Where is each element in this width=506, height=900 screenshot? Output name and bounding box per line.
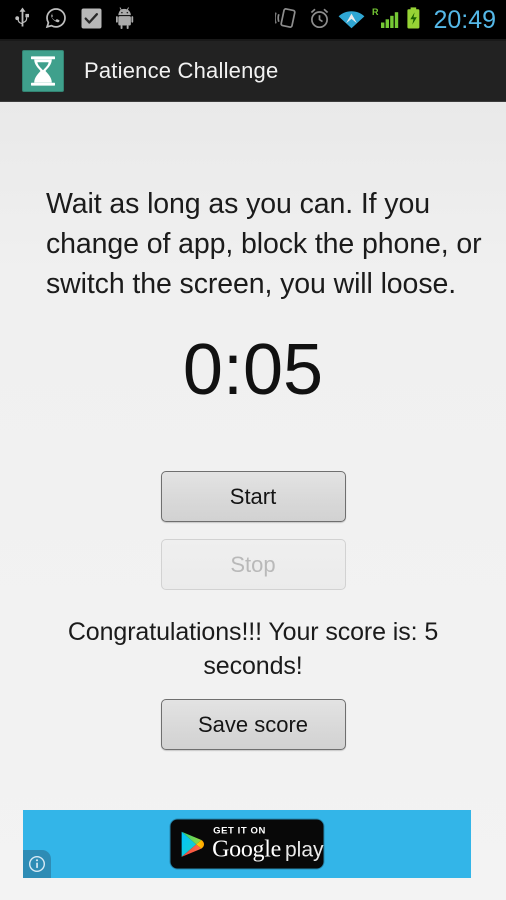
badge-get-it-on-text: GET IT ON xyxy=(213,825,267,837)
wifi-icon xyxy=(338,8,365,34)
google-play-logo-icon xyxy=(181,831,205,857)
stop-button[interactable]: Stop xyxy=(160,539,346,590)
google-play-ad-banner[interactable]: GET IT ON Google play xyxy=(23,810,471,878)
android-robot-icon xyxy=(116,7,134,34)
checkbox-icon xyxy=(81,8,102,34)
ad-banner-container[interactable]: GET IT ON Google play xyxy=(23,810,471,878)
app-title: Patience Challenge xyxy=(84,58,279,83)
start-button[interactable]: Start xyxy=(160,471,346,522)
status-bar: R 20:49 xyxy=(0,0,506,41)
signal-bars-icon: R xyxy=(372,7,399,34)
vibrate-icon xyxy=(274,7,301,34)
instructions-text: Wait as long as you can. If you change o… xyxy=(46,188,482,300)
main-content: Wait as long as you can. If you change o… xyxy=(0,102,506,900)
whatsapp-icon xyxy=(45,7,67,34)
hourglass-icon xyxy=(22,50,64,92)
badge-play-text: play xyxy=(284,838,324,862)
save-score-button[interactable]: Save score xyxy=(160,699,346,750)
score-message: Congratulations!!! Your score is: 5 seco… xyxy=(67,618,439,680)
usb-icon xyxy=(14,7,31,34)
status-bar-clock: 20:49 xyxy=(433,6,496,34)
svg-text:R: R xyxy=(372,7,379,17)
badge-google-text: Google xyxy=(212,836,281,863)
status-bar-right-icons: R 20:49 xyxy=(274,6,496,35)
phone-screen: R 20:49 Patience Challenge Wait as long … xyxy=(0,0,506,900)
battery-charging-icon xyxy=(406,7,421,34)
google-play-badge[interactable]: GET IT ON Google play xyxy=(170,819,324,869)
alarm-clock-icon xyxy=(308,7,331,35)
status-bar-left-icons xyxy=(14,7,275,34)
timer-display: 0:05 xyxy=(182,330,324,410)
ad-info-icon[interactable] xyxy=(23,850,51,878)
action-bar: Patience Challenge xyxy=(0,41,506,102)
